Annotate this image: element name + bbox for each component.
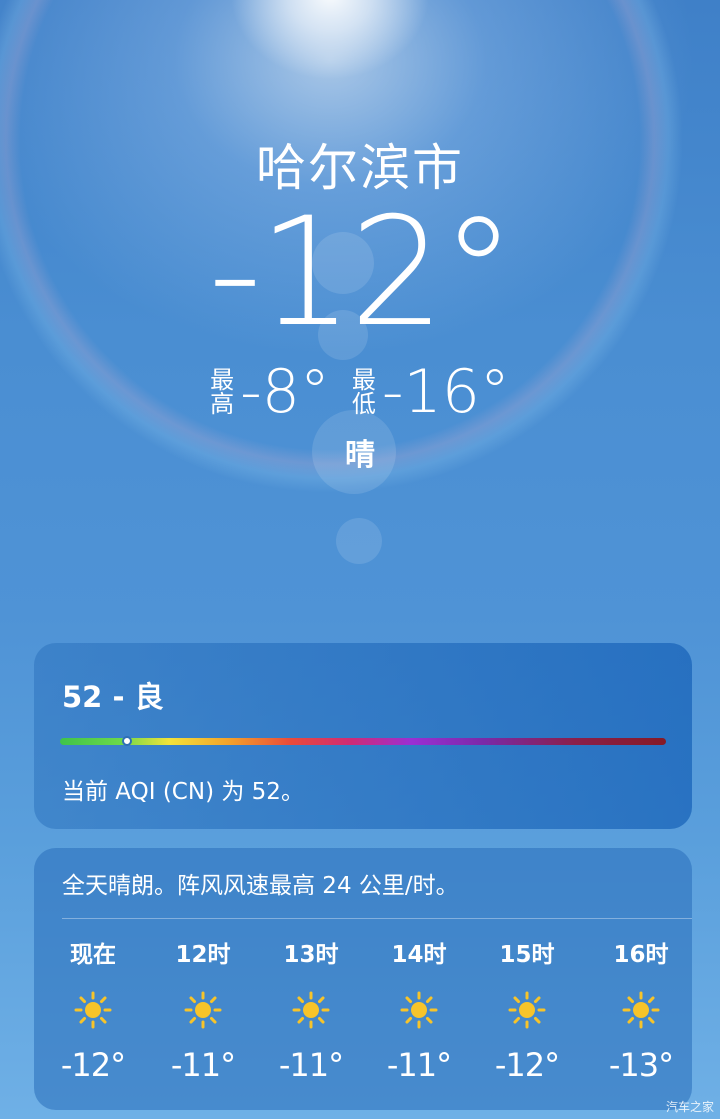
sun-icon xyxy=(622,991,660,1029)
divider xyxy=(62,918,692,919)
hour-item: 14时 -11° xyxy=(374,936,464,1084)
low-value: -16° xyxy=(381,357,510,427)
high-label-text: 最高 xyxy=(210,366,235,418)
sun-icon xyxy=(292,991,330,1029)
aqi-marker xyxy=(121,736,132,746)
hour-item: 15时 -12° xyxy=(482,936,572,1084)
high-value: -8° xyxy=(240,357,330,427)
hour-temperature: -13° xyxy=(608,1046,674,1084)
forecast-summary: 全天晴朗。阵风风速最高 24 公里/时。 xyxy=(62,873,459,899)
hour-temperature: -11° xyxy=(386,1046,452,1084)
low-temp-group: 最低 -16° xyxy=(352,360,510,424)
hour-item: 12时 -11° xyxy=(158,936,248,1084)
hour-temperature: -11° xyxy=(278,1046,344,1084)
high-label: 最高 xyxy=(210,368,236,416)
sun-glare xyxy=(230,0,430,80)
hour-item: 13时 -11° xyxy=(266,936,356,1084)
lens-flare xyxy=(336,518,382,564)
watermark: 汽车之家 xyxy=(665,1100,714,1114)
aqi-scale-bar xyxy=(60,738,666,745)
sun-icon xyxy=(184,991,222,1029)
hour-label: 现在 xyxy=(70,942,116,968)
sun-icon xyxy=(508,991,546,1029)
hour-label: 14时 xyxy=(391,942,447,968)
hour-label: 16时 xyxy=(613,942,669,968)
sun-icon xyxy=(74,991,112,1029)
hour-label: 13时 xyxy=(283,942,339,968)
hour-item: 16时 -13° xyxy=(596,936,686,1084)
aqi-description: 当前 AQI (CN) 为 52。 xyxy=(62,779,304,805)
current-temperature: -12° xyxy=(208,186,516,360)
sun-icon xyxy=(400,991,438,1029)
high-low-temperatures: 最高 -8° 最低 -16° xyxy=(0,360,720,424)
low-label-text: 最低 xyxy=(351,366,376,418)
hour-temperature: -11° xyxy=(170,1046,236,1084)
hour-temperature: -12° xyxy=(60,1046,126,1084)
aqi-headline: 52 - 良 xyxy=(62,680,164,714)
hour-label: 15时 xyxy=(499,942,555,968)
weather-condition: 晴 xyxy=(345,438,375,473)
high-temp-group: 最高 -8° xyxy=(210,360,330,424)
low-label: 最低 xyxy=(352,368,378,416)
hour-label: 12时 xyxy=(175,942,231,968)
hour-temperature: -12° xyxy=(494,1046,560,1084)
hour-item: 现在 -12° xyxy=(48,936,138,1084)
